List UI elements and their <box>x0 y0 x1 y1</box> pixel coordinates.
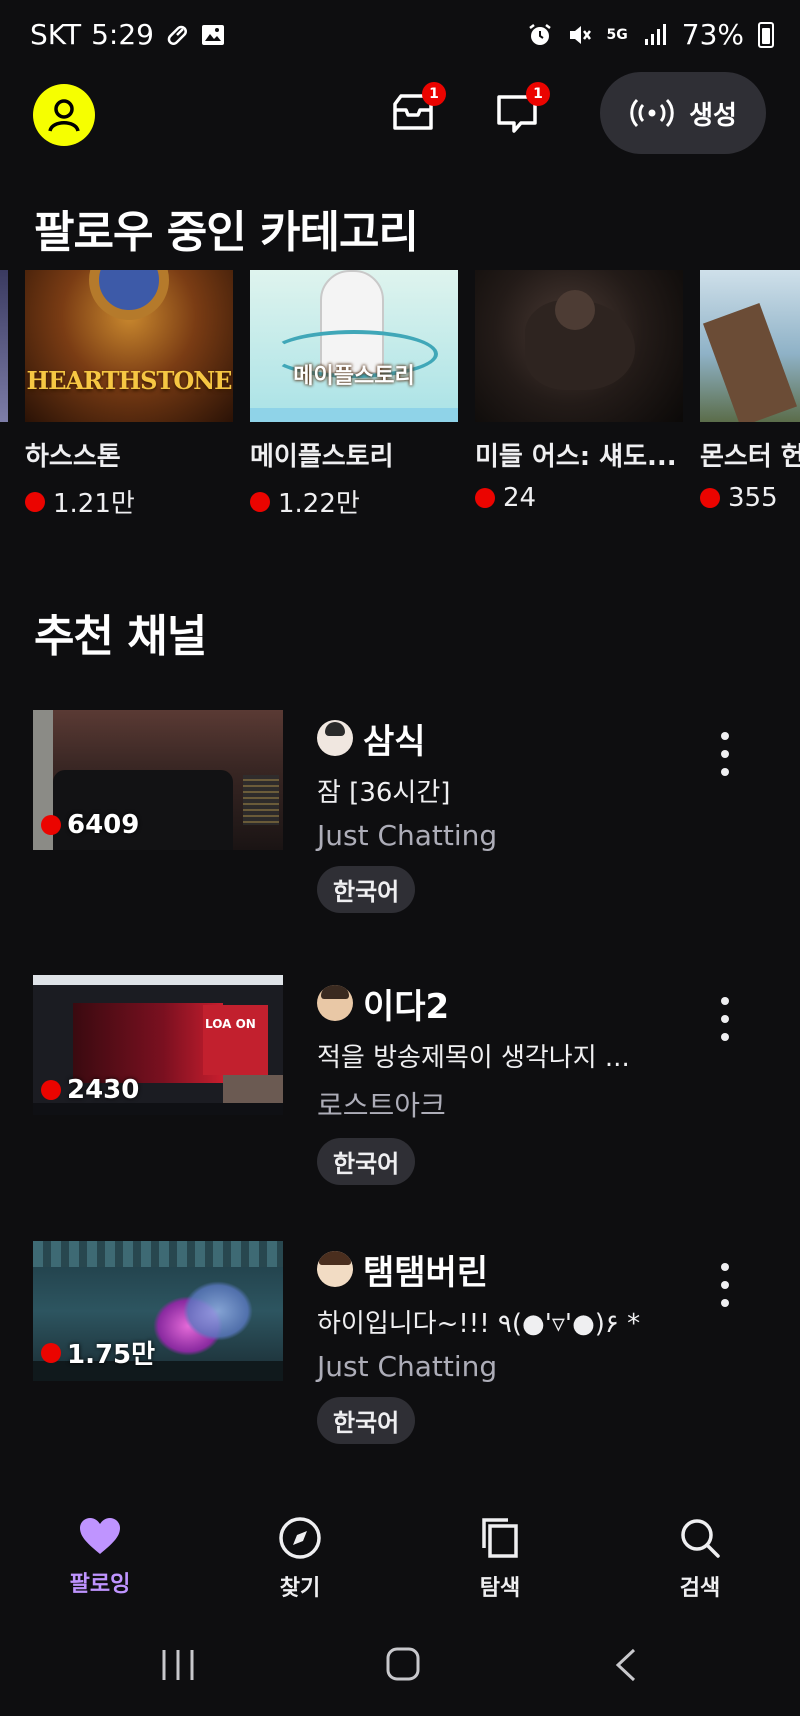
stream-thumbnail[interactable]: LOA ON 2430 <box>33 975 283 1115</box>
category-art <box>475 270 683 422</box>
stream-title: 적을 방송제목이 생각나지 ... <box>317 1043 630 1073</box>
category-viewers: 1.21만 <box>53 489 135 519</box>
nav-label: 팔로잉 <box>69 1572 131 1597</box>
hearthstone-logo: HEARTHSTONE <box>26 366 233 395</box>
category-name: 메이플스토리 <box>250 442 394 472</box>
nav-discover[interactable]: 찾기 <box>240 1516 360 1602</box>
category-viewers: 24 <box>503 483 537 513</box>
create-button[interactable]: 생성 <box>600 72 766 154</box>
channel-card[interactable]: LOA ON 2430 이다2 적을 방송제목이 생각나지 ... 로스트아크 … <box>0 975 800 1205</box>
channel-avatar[interactable] <box>317 720 353 756</box>
followed-categories-title: 팔로우 중인 카테고리 <box>34 207 419 258</box>
partial-category-card <box>0 270 8 422</box>
recommended-channels-title: 추천 채널 <box>34 611 207 662</box>
stream-category[interactable]: Just Chatting <box>317 819 697 852</box>
category-card[interactable]: HEARTHSTONE 하스스톤 1.21만 <box>25 270 233 520</box>
channel-name[interactable]: 삼식 <box>363 714 426 763</box>
inbox-badge: 1 <box>422 82 446 106</box>
stream-thumbnail[interactable]: 1.75만 <box>33 1241 283 1381</box>
signal-icon <box>644 23 666 45</box>
channel-avatar[interactable] <box>317 985 353 1021</box>
category-name: 하스스톤 <box>25 442 121 472</box>
battery-percent: 73% <box>681 18 744 51</box>
bottom-navigation: 팔로잉 찾기 탐색 검색 <box>0 1500 800 1610</box>
channel-viewers: 6409 <box>67 810 140 840</box>
live-dot-icon <box>41 1080 61 1100</box>
network-type: 5G <box>606 26 628 43</box>
top-bar: 1 1 생성 <box>0 70 800 160</box>
channel-viewers: 1.75만 <box>67 1340 156 1370</box>
broadcast-icon <box>630 98 674 128</box>
nav-browse[interactable]: 탐색 <box>440 1516 560 1602</box>
thumbnail-text: LOA ON <box>205 1017 256 1031</box>
nav-label: 찾기 <box>279 1576 321 1601</box>
pill-icon <box>167 25 187 45</box>
stream-category[interactable]: Just Chatting <box>317 1350 697 1383</box>
more-options-button[interactable] <box>712 997 738 1041</box>
category-carousel[interactable]: HEARTHSTONE 하스스톤 1.21만 메이플스토리 메이플스토리 1.2… <box>0 270 800 520</box>
whisper-badge: 1 <box>526 82 550 106</box>
live-dot-icon <box>41 815 61 835</box>
channel-viewers: 2430 <box>67 1075 140 1105</box>
stream-category[interactable]: 로스트아크 <box>317 1084 697 1124</box>
heart-icon <box>80 1518 120 1554</box>
recent-apps-icon[interactable] <box>160 1648 196 1682</box>
profile-avatar[interactable] <box>33 84 95 146</box>
channel-card[interactable]: 6409 삼식 잠 [36시간] Just Chatting 한국어 <box>0 710 800 940</box>
language-tag[interactable]: 한국어 <box>317 1138 416 1185</box>
image-icon <box>201 24 224 45</box>
channel-card[interactable]: 1.75만 탬탬버린 하이입니다~!!! ٩(●'▿'●)۶ * Just Ch… <box>0 1241 800 1471</box>
channel-avatar[interactable] <box>317 1251 353 1287</box>
create-label: 생성 <box>689 100 737 131</box>
search-icon <box>681 1519 720 1558</box>
alarm-icon <box>528 23 551 45</box>
category-card[interactable]: 메이플스토리 메이플스토리 1.22만 <box>250 270 458 520</box>
browse-icon <box>482 1518 518 1558</box>
system-navigation-bar <box>0 1620 800 1716</box>
category-viewers: 355 <box>728 483 778 513</box>
carrier: SKT <box>30 18 82 51</box>
nav-label: 검색 <box>679 1576 721 1601</box>
maplestory-logo: 메이플스토리 <box>293 364 415 389</box>
live-dot-icon <box>475 488 495 508</box>
stream-title: 하이입니다~!!! ٩(●'▿'●)۶ * <box>317 1309 641 1339</box>
stream-title: 잠 [36시간] <box>317 778 451 808</box>
battery-icon <box>758 21 774 48</box>
live-dot-icon <box>250 491 270 512</box>
clock: 5:29 <box>91 18 154 51</box>
category-viewers: 1.22만 <box>278 489 360 519</box>
language-tag[interactable]: 한국어 <box>317 866 416 913</box>
category-art: 메이플스토리 <box>250 270 458 422</box>
live-dot-icon <box>700 488 720 508</box>
language-tag[interactable]: 한국어 <box>317 1397 416 1444</box>
channel-name[interactable]: 이다2 <box>363 979 449 1028</box>
category-card[interactable]: 미들 어스: 섀도... 24 <box>475 270 683 513</box>
live-dot-icon <box>25 491 45 512</box>
more-options-button[interactable] <box>712 1263 738 1307</box>
category-name: 미들 어스: 섀도... <box>475 442 677 472</box>
category-art <box>700 270 800 422</box>
category-name: 몬스터 헌 <box>700 442 800 472</box>
status-bar: SKT 5:29 5G 73% <box>0 0 800 70</box>
category-card[interactable]: 몬스터 헌 355 <box>700 270 800 513</box>
compass-icon <box>279 1517 321 1559</box>
live-dot-icon <box>41 1342 61 1363</box>
home-icon[interactable] <box>385 1646 421 1682</box>
nav-label: 탐색 <box>479 1576 521 1601</box>
nav-search[interactable]: 검색 <box>640 1516 760 1602</box>
inbox-button[interactable]: 1 <box>388 82 446 138</box>
category-art: HEARTHSTONE <box>25 270 233 422</box>
back-icon[interactable] <box>614 1648 638 1682</box>
nav-following[interactable]: 팔로잉 <box>40 1516 160 1598</box>
more-options-button[interactable] <box>712 732 738 776</box>
user-icon <box>48 99 80 132</box>
whispers-button[interactable]: 1 <box>492 82 550 138</box>
mute-icon <box>569 25 591 44</box>
stream-thumbnail[interactable]: 6409 <box>33 710 283 850</box>
channel-name[interactable]: 탬탬버린 <box>363 1245 488 1294</box>
